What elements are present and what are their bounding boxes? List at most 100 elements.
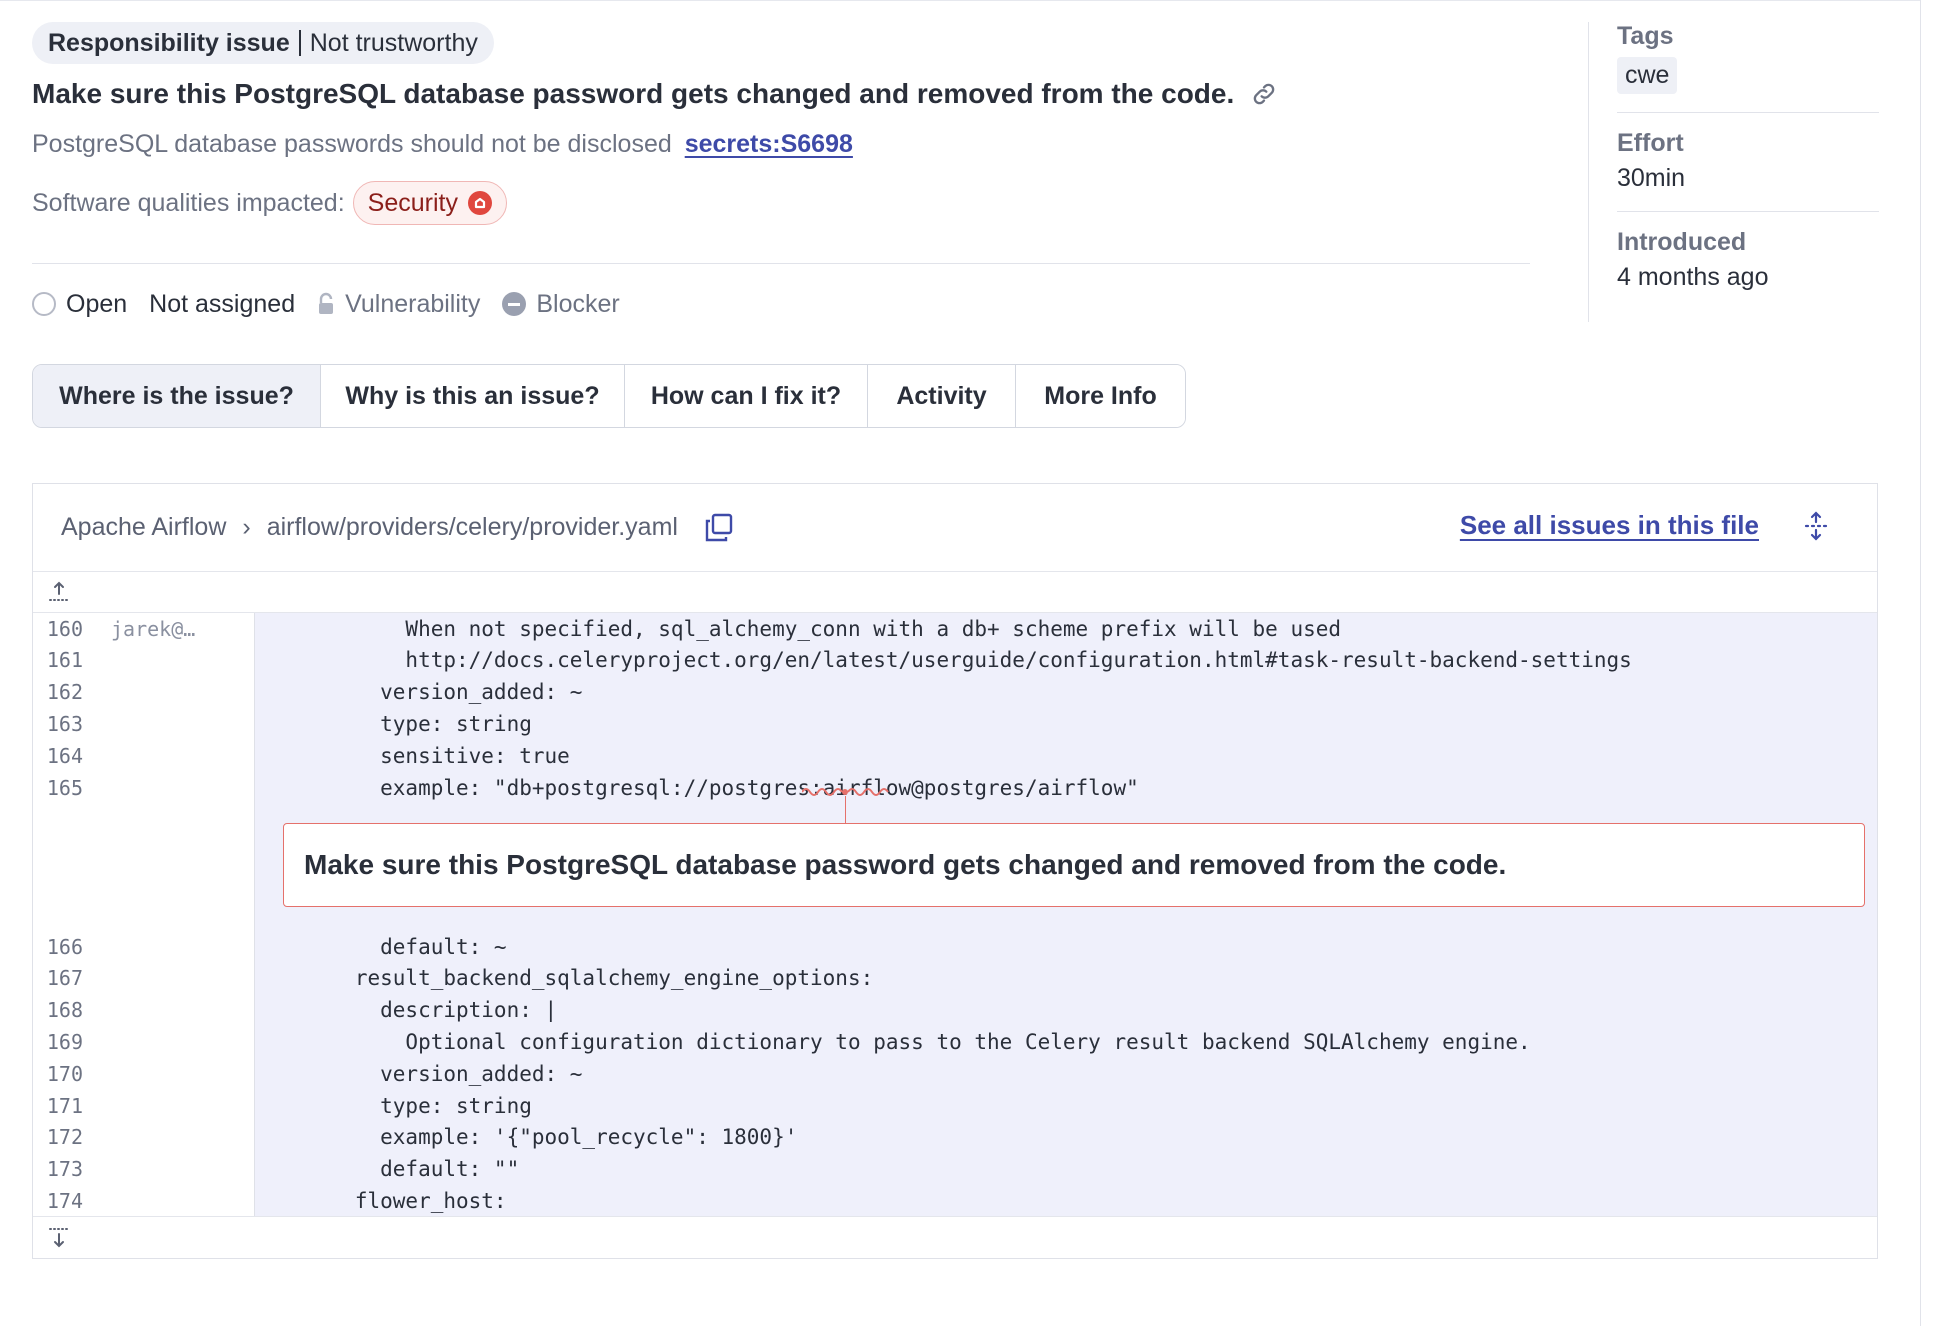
breadcrumb-chevron-icon: › <box>242 513 251 541</box>
line-number[interactable]: 161 <box>33 648 83 672</box>
line-number[interactable]: 167 <box>33 966 83 990</box>
tag-chip[interactable]: cwe <box>1617 57 1678 94</box>
expand-down-icon[interactable] <box>47 1225 71 1254</box>
line-number[interactable]: 166 <box>33 935 83 959</box>
permalink-icon[interactable] <box>1250 80 1278 108</box>
code-line: 173 default: "" <box>33 1154 1877 1185</box>
code-line: 170 version_added: ~ <box>33 1058 1877 1089</box>
issue-title-row: Make sure this PostgreSQL database passw… <box>32 78 1532 110</box>
blocker-icon <box>502 292 527 316</box>
line-number[interactable]: 164 <box>33 744 83 768</box>
code-line: 165 example: "db+postgresql://postgres:a… <box>33 772 1877 803</box>
line-number[interactable]: 169 <box>33 1030 83 1054</box>
expand-above-button[interactable] <box>33 572 1877 613</box>
code-text: example: "db+postgresql://postgres:airfl… <box>279 775 1139 800</box>
tab-activity[interactable]: Activity <box>868 365 1016 427</box>
security-label: Security <box>367 188 458 217</box>
sidebar-separator <box>1617 211 1879 212</box>
issue-underline <box>802 788 889 796</box>
code-text: version_added: ~ <box>279 1061 583 1086</box>
copy-icon[interactable] <box>704 513 734 543</box>
expand-up-icon[interactable] <box>47 580 71 609</box>
header-divider <box>32 263 1530 264</box>
software-qualities: Software qualities impacted: Security <box>32 181 1532 225</box>
code-text: flower_host: <box>279 1188 507 1213</box>
code-line: 166 default: ~ <box>33 931 1877 962</box>
code-line: 162 version_added: ~ <box>33 677 1877 708</box>
line-number[interactable]: 171 <box>33 1094 83 1118</box>
line-number[interactable]: 170 <box>33 1062 83 1086</box>
badge-attribute: Not trustworthy <box>309 28 478 57</box>
line-number[interactable]: 160 <box>33 617 83 641</box>
tab-how-can-i-fix-it[interactable]: How can I fix it? <box>625 365 868 427</box>
code-line: 163 type: string <box>33 708 1877 739</box>
tab-why-is-this-an-issue[interactable]: Why is this an issue? <box>321 365 625 427</box>
code-line: 171 type: string <box>33 1090 1877 1121</box>
issue-connector-line <box>845 796 846 824</box>
code-line: 164 sensitive: true <box>33 740 1877 771</box>
code-text: example: '{"pool_recycle": 1800}' <box>279 1125 798 1150</box>
code-text: http://docs.celeryproject.org/en/latest/… <box>279 648 1632 673</box>
line-number[interactable]: 173 <box>33 1157 83 1181</box>
code-line: 161 http://docs.celeryproject.org/en/lat… <box>33 645 1877 676</box>
effort-value: 30min <box>1617 164 1686 192</box>
qualities-label: Software qualities impacted: <box>32 188 345 217</box>
breadcrumb-project[interactable]: Apache Airflow <box>61 513 226 542</box>
rule-text: PostgreSQL database passwords should not… <box>32 130 672 158</box>
lock-icon <box>317 292 335 316</box>
line-number[interactable]: 168 <box>33 998 83 1022</box>
status-value[interactable]: Open <box>66 290 127 319</box>
tab-where-is-the-issue[interactable]: Where is the issue? <box>33 365 321 427</box>
line-number[interactable]: 165 <box>33 776 83 800</box>
code-text: result_backend_sqlalchemy_engine_options… <box>279 966 874 991</box>
line-number[interactable]: 172 <box>33 1125 83 1149</box>
rule-description: PostgreSQL database passwords should not… <box>32 130 1532 159</box>
code-text: Optional configuration dictionary to pas… <box>279 1029 1531 1054</box>
badge-category: Responsibility issue <box>48 28 290 57</box>
code-text: version_added: ~ <box>279 680 583 705</box>
line-number[interactable]: 162 <box>33 680 83 704</box>
code-area: 160 jarek@… When not specified, sql_alche… <box>33 613 1877 1216</box>
blocker-severity-icon <box>467 191 492 215</box>
see-all-issues-link[interactable]: See all issues in this file <box>1460 510 1759 541</box>
code-text: type: string <box>279 711 532 736</box>
code-text: default: "" <box>279 1157 520 1182</box>
inline-issue-message[interactable]: Make sure this PostgreSQL database passw… <box>283 823 1865 907</box>
status-circle-icon[interactable] <box>32 292 56 316</box>
expand-below-button[interactable] <box>33 1216 1877 1258</box>
issue-title: Make sure this PostgreSQL database passw… <box>32 78 1235 109</box>
introduced-value: 4 months ago <box>1617 263 1769 291</box>
code-text: type: string <box>279 1093 532 1118</box>
code-text: description: | <box>279 998 558 1023</box>
issue-sidebar: Tags cwe Effort 30min Introduced 4 month… <box>1617 22 1879 292</box>
issue-tabs: Where is the issue? Why is this an issue… <box>32 364 1186 428</box>
line-number[interactable]: 163 <box>33 712 83 736</box>
top-border <box>0 0 1920 1</box>
blame-author[interactable]: jarek@… <box>111 617 195 641</box>
right-border <box>1920 0 1921 1326</box>
badge-separator <box>298 30 301 56</box>
code-text: sensitive: true <box>279 743 570 768</box>
introduced-label: Introduced <box>1617 228 1747 256</box>
rule-key-link[interactable]: secrets:S6698 <box>685 130 853 158</box>
issue-type: Vulnerability <box>345 289 481 318</box>
code-line: 160 jarek@… When not specified, sql_alche… <box>33 613 1877 644</box>
code-line: 169 Optional configuration dictionary to… <box>33 1026 1877 1057</box>
expand-collapse-icon[interactable] <box>1803 511 1829 541</box>
tags-label: Tags <box>1617 22 1674 50</box>
code-text: When not specified, sql_alchemy_conn wit… <box>279 616 1342 641</box>
sidebar-separator <box>1617 112 1879 113</box>
security-quality-pill[interactable]: Security <box>352 181 507 225</box>
line-number[interactable]: 174 <box>33 1189 83 1213</box>
tab-more-info[interactable]: More Info <box>1016 365 1185 427</box>
issue-meta-row: Open Not assigned Vulnerability Blocker <box>32 286 620 322</box>
sidebar-divider <box>1588 22 1589 322</box>
code-text: default: ~ <box>279 934 507 959</box>
code-line: 167 result_backend_sqlalchemy_engine_opt… <box>33 963 1877 994</box>
clean-code-attribute-badge: Responsibility issue Not trustworthy <box>32 22 494 64</box>
issue-header: Responsibility issue Not trustworthy Mak… <box>32 22 1532 225</box>
assignee-value[interactable]: Not assigned <box>149 290 295 319</box>
breadcrumb-file-path: airflow/providers/celery/provider.yaml <box>266 513 678 541</box>
code-line: 174 flower_host: <box>33 1185 1877 1216</box>
severity-value: Blocker <box>536 289 620 318</box>
